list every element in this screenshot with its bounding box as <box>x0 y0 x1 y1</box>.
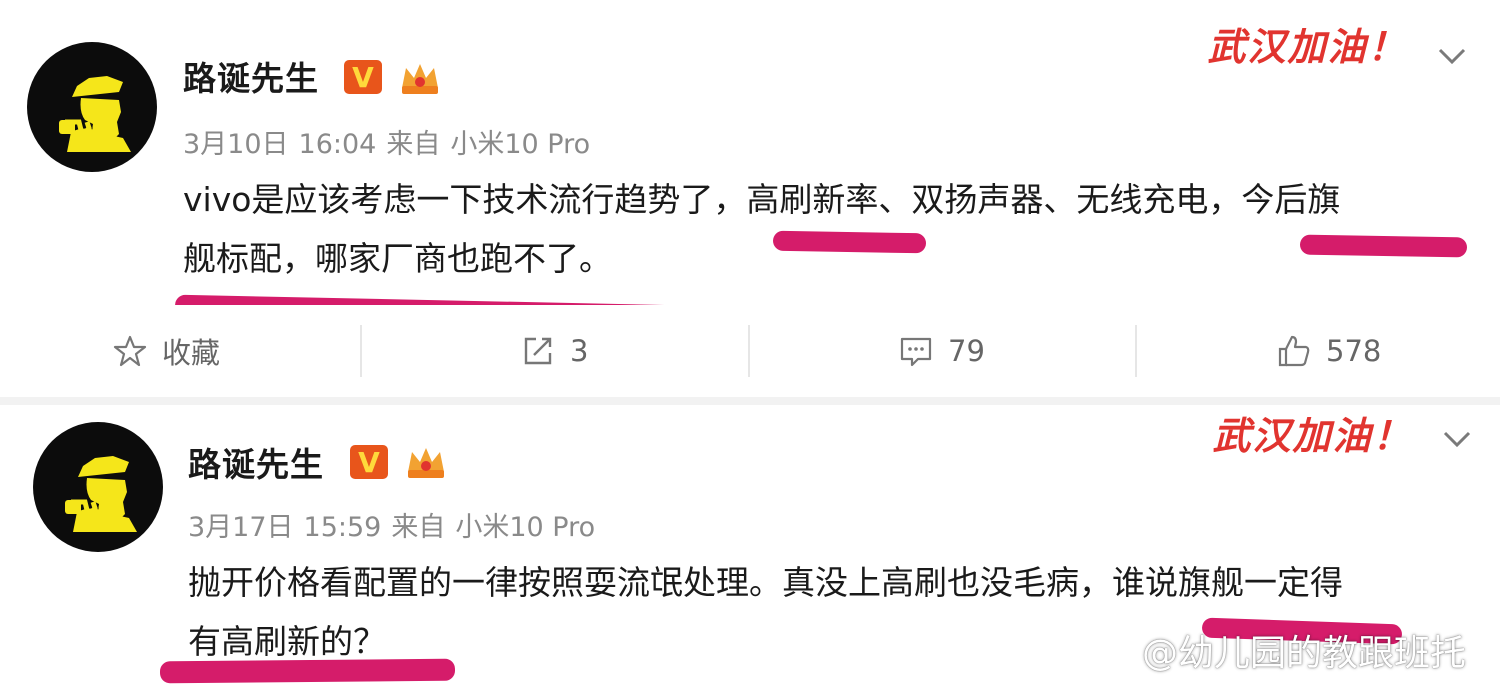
wuhan-stamp: 武汉加油！ <box>1205 401 1420 471</box>
post-meta: 3月17日 15:59 来自 小米10 Pro <box>188 505 605 544</box>
weibo-logo-icon <box>1080 632 1134 671</box>
content-line: vivo是应该考虑一下技术流行趋势了，高刷新率、双扬声器、无线充电，今后旗 <box>183 180 1341 219</box>
repost-icon <box>524 337 552 365</box>
favorite-button[interactable]: 收藏 <box>112 305 220 397</box>
username[interactable]: 路诞先生 <box>183 52 319 100</box>
username[interactable]: 路诞先生 <box>188 438 324 486</box>
weibo-post: 路诞先生 V 3月10日 16:04 来自 小米10 Pro vivo是应该考虑一下技… <box>0 0 1500 330</box>
divider <box>748 325 750 377</box>
post-time: 15:59 <box>303 512 382 543</box>
comment-icon <box>900 337 932 367</box>
chevron-down-icon[interactable] <box>1442 429 1472 449</box>
verified-v-icon: V <box>350 445 388 479</box>
content-line: 舰标配，哪家厂商也跑不了。 <box>183 239 612 278</box>
verified-v-icon: V <box>344 60 382 94</box>
crown-badge-icon <box>398 58 442 98</box>
repost-button[interactable]: 3 <box>520 305 588 397</box>
like-count: 578 <box>1326 334 1382 368</box>
divider <box>1135 325 1137 377</box>
comment-button[interactable]: 79 <box>898 305 985 397</box>
post-date[interactable]: 3月17日 <box>188 512 294 543</box>
like-icon <box>1278 335 1310 367</box>
detective-avatar-icon <box>59 76 131 152</box>
avatar[interactable] <box>27 42 157 172</box>
content-line: 抛开价格看配置的一律按照耍流氓处理。真没上高刷也没毛病，谁说旗舰一定得 <box>188 563 1343 602</box>
source-label: 来自 <box>386 129 441 160</box>
avatar[interactable] <box>33 422 163 552</box>
like-button[interactable]: 578 <box>1276 305 1381 397</box>
watermark-text: @幼儿园的教跟班托 <box>1142 633 1467 674</box>
repost-count: 3 <box>570 334 589 368</box>
divider <box>360 325 362 377</box>
watermark: @幼儿园的教跟班托 <box>1078 620 1466 680</box>
wuhan-stamp: 武汉加油！ <box>1200 12 1415 82</box>
highlight-mark <box>159 658 456 684</box>
star-icon <box>113 335 147 367</box>
post-meta: 3月10日 16:04 来自 小米10 Pro <box>183 122 600 161</box>
action-bar: 收藏 3 79 578 <box>0 305 1500 397</box>
highlight-mark <box>1299 234 1468 258</box>
device-name[interactable]: 小米10 Pro <box>450 129 590 160</box>
favorite-label: 收藏 <box>162 336 221 370</box>
comment-count: 79 <box>948 334 985 368</box>
crown-badge-icon <box>404 442 448 482</box>
highlight-mark <box>772 230 927 254</box>
chevron-down-icon[interactable] <box>1437 46 1467 66</box>
post-date[interactable]: 3月10日 <box>183 129 289 160</box>
post-time: 16:04 <box>298 129 377 160</box>
device-name[interactable]: 小米10 Pro <box>455 512 595 543</box>
detective-avatar-icon <box>65 456 137 532</box>
post-content: vivo是应该考虑一下技术流行趋势了，高刷新率、双扬声器、无线充电，今后旗 舰标… <box>183 170 1340 288</box>
source-label: 来自 <box>391 512 446 543</box>
